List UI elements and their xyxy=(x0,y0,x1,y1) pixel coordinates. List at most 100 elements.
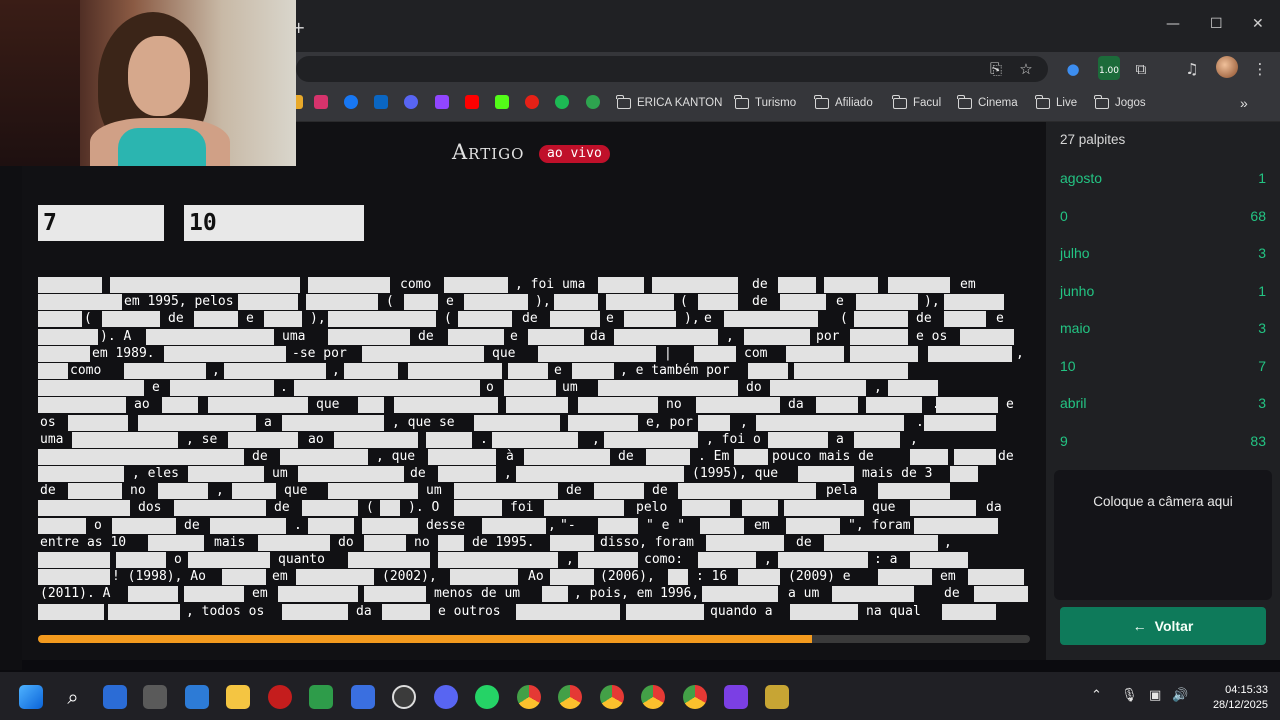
bookmark-folder-turismo[interactable]: Turismo xyxy=(734,94,796,112)
hidden-word-block xyxy=(790,603,858,620)
obs-red-icon[interactable] xyxy=(268,685,292,709)
hidden-word-block xyxy=(850,345,918,362)
hidden-word-block xyxy=(768,431,828,448)
chevron-up-icon[interactable]: ⌃ xyxy=(1091,688,1102,703)
hidden-word-block xyxy=(294,380,480,397)
revealed-word: à xyxy=(504,447,516,465)
hidden-word-block xyxy=(568,414,638,431)
back-button-label: Voltar xyxy=(1154,618,1194,634)
text-line: (2011). A em menos de um , pois, em 1996, a … xyxy=(38,585,1028,603)
hidden-word-block xyxy=(778,277,816,293)
close-window-icon[interactable]: ✕ xyxy=(1252,16,1264,32)
revealed-word: ). A xyxy=(98,327,134,345)
extensions-puzzle-icon[interactable]: ⧉ xyxy=(1130,58,1152,80)
maximize-icon[interactable]: ☐ xyxy=(1210,16,1223,32)
hidden-word-block xyxy=(148,534,204,551)
install-app-icon[interactable]: ⎘ xyxy=(985,58,1007,80)
hidden-word-block xyxy=(578,397,658,414)
app-icon[interactable] xyxy=(103,685,127,709)
kick-icon[interactable] xyxy=(495,95,509,109)
minimize-icon[interactable]: — xyxy=(1166,16,1180,32)
discord-icon[interactable] xyxy=(404,95,418,109)
chrome-icon[interactable] xyxy=(600,685,624,709)
calculator-icon[interactable] xyxy=(143,685,167,709)
hidden-word-block xyxy=(282,603,348,620)
menu-kebab-icon[interactable]: ⋮ xyxy=(1249,58,1271,80)
green-app-icon[interactable] xyxy=(309,685,333,709)
bookmark-folder-cinema[interactable]: Cinema xyxy=(957,94,1018,112)
youtube-icon[interactable] xyxy=(465,95,479,109)
windows-start-icon[interactable] xyxy=(19,685,43,709)
media-control-icon[interactable]: ♫ xyxy=(1181,58,1203,80)
folder-icon xyxy=(892,94,907,109)
revealed-word: " e " xyxy=(644,516,688,534)
revealed-word: ), xyxy=(533,293,553,311)
search-icon[interactable]: ⌕ xyxy=(61,685,85,709)
microphone-icon[interactable]: 🎙 xyxy=(1121,688,1138,703)
revealed-word: ! (1998), Ao xyxy=(110,568,208,586)
address-bar[interactable] xyxy=(296,56,1048,82)
revealed-word: de xyxy=(408,465,428,483)
hidden-word-block xyxy=(942,603,996,620)
clock-date: 28/12/2025 xyxy=(1212,699,1268,711)
twitch-icon[interactable] xyxy=(435,95,449,109)
bookmark-folder-jogos[interactable]: Jogos xyxy=(1094,94,1146,112)
obs-icon[interactable] xyxy=(392,685,416,709)
hidden-word-block xyxy=(624,311,676,328)
chrome-icon[interactable] xyxy=(517,685,541,709)
bookmark-star-icon[interactable]: ☆ xyxy=(1015,58,1037,80)
left-side-strip xyxy=(0,122,22,670)
hidden-word-block xyxy=(816,397,858,414)
revealed-word: , eles xyxy=(130,465,181,483)
hidden-word-block xyxy=(362,517,418,534)
revealed-word: , xyxy=(214,482,226,500)
blue-diamond-icon[interactable] xyxy=(351,685,375,709)
play-icon[interactable] xyxy=(525,95,539,109)
revealed-word: , xyxy=(724,327,736,345)
more-bookmarks-icon[interactable]: » xyxy=(1240,94,1248,112)
network-icon[interactable]: ▣ xyxy=(1149,688,1161,703)
notepad-icon[interactable] xyxy=(185,685,209,709)
profile-avatar[interactable] xyxy=(1216,56,1238,78)
text-line: de , que à de . Em pouco mais de de xyxy=(38,447,1028,465)
revealed-word: | xyxy=(662,344,674,362)
volume-icon[interactable]: 🔊 xyxy=(1172,688,1188,703)
revealed-word: entre as 10 xyxy=(38,533,129,551)
hidden-word-block xyxy=(38,345,90,362)
bookmark-folder-live[interactable]: Live xyxy=(1035,94,1077,112)
discord-icon[interactable] xyxy=(434,685,458,709)
video-app-icon[interactable] xyxy=(724,685,748,709)
revealed-word: , xyxy=(738,413,750,431)
chrome-icon[interactable] xyxy=(683,685,707,709)
hidden-word-block xyxy=(38,603,104,620)
facebook-icon[interactable] xyxy=(344,95,358,109)
bookmark-folder-erica[interactable]: ERICA KANTON xyxy=(616,94,722,112)
chrome-icon[interactable] xyxy=(641,685,665,709)
linkedin-icon[interactable] xyxy=(374,95,388,109)
chrome-icon[interactable] xyxy=(558,685,582,709)
revealed-word: da xyxy=(984,499,1004,517)
r2r-app-icon[interactable] xyxy=(765,685,789,709)
bookmark-folder-afiliado[interactable]: Afiliado xyxy=(814,94,873,112)
text-line: ode.desse, ""-" e "em", foram xyxy=(38,516,1028,534)
bookmark-folder-facul[interactable]: Facul xyxy=(892,94,941,112)
revealed-word: ( xyxy=(384,293,396,311)
whatsapp-icon[interactable] xyxy=(475,685,499,709)
hidden-word-block xyxy=(38,294,122,311)
taskbar-clock[interactable]: 04:15:33 28/12/2025 xyxy=(1198,683,1268,713)
revealed-word: de xyxy=(520,310,540,328)
revealed-word: que xyxy=(282,482,310,500)
back-button[interactable]: ← Voltar xyxy=(1060,607,1266,645)
instagram-icon[interactable] xyxy=(314,95,328,109)
file-explorer-icon[interactable] xyxy=(226,685,250,709)
spotify-icon[interactable] xyxy=(555,95,569,109)
revealed-word: ), xyxy=(922,293,942,311)
green-app-icon[interactable] xyxy=(586,95,600,109)
hidden-word-block xyxy=(188,552,270,568)
hidden-word-block xyxy=(344,362,398,379)
guesses-title: 27 palpites xyxy=(1060,132,1126,147)
arrow-left-icon: ← xyxy=(1132,618,1147,634)
extension-shazam-icon[interactable]: ● xyxy=(1062,58,1084,80)
extension-badge-icon[interactable]: 1.00 xyxy=(1098,56,1120,80)
webcam-top xyxy=(118,128,206,166)
